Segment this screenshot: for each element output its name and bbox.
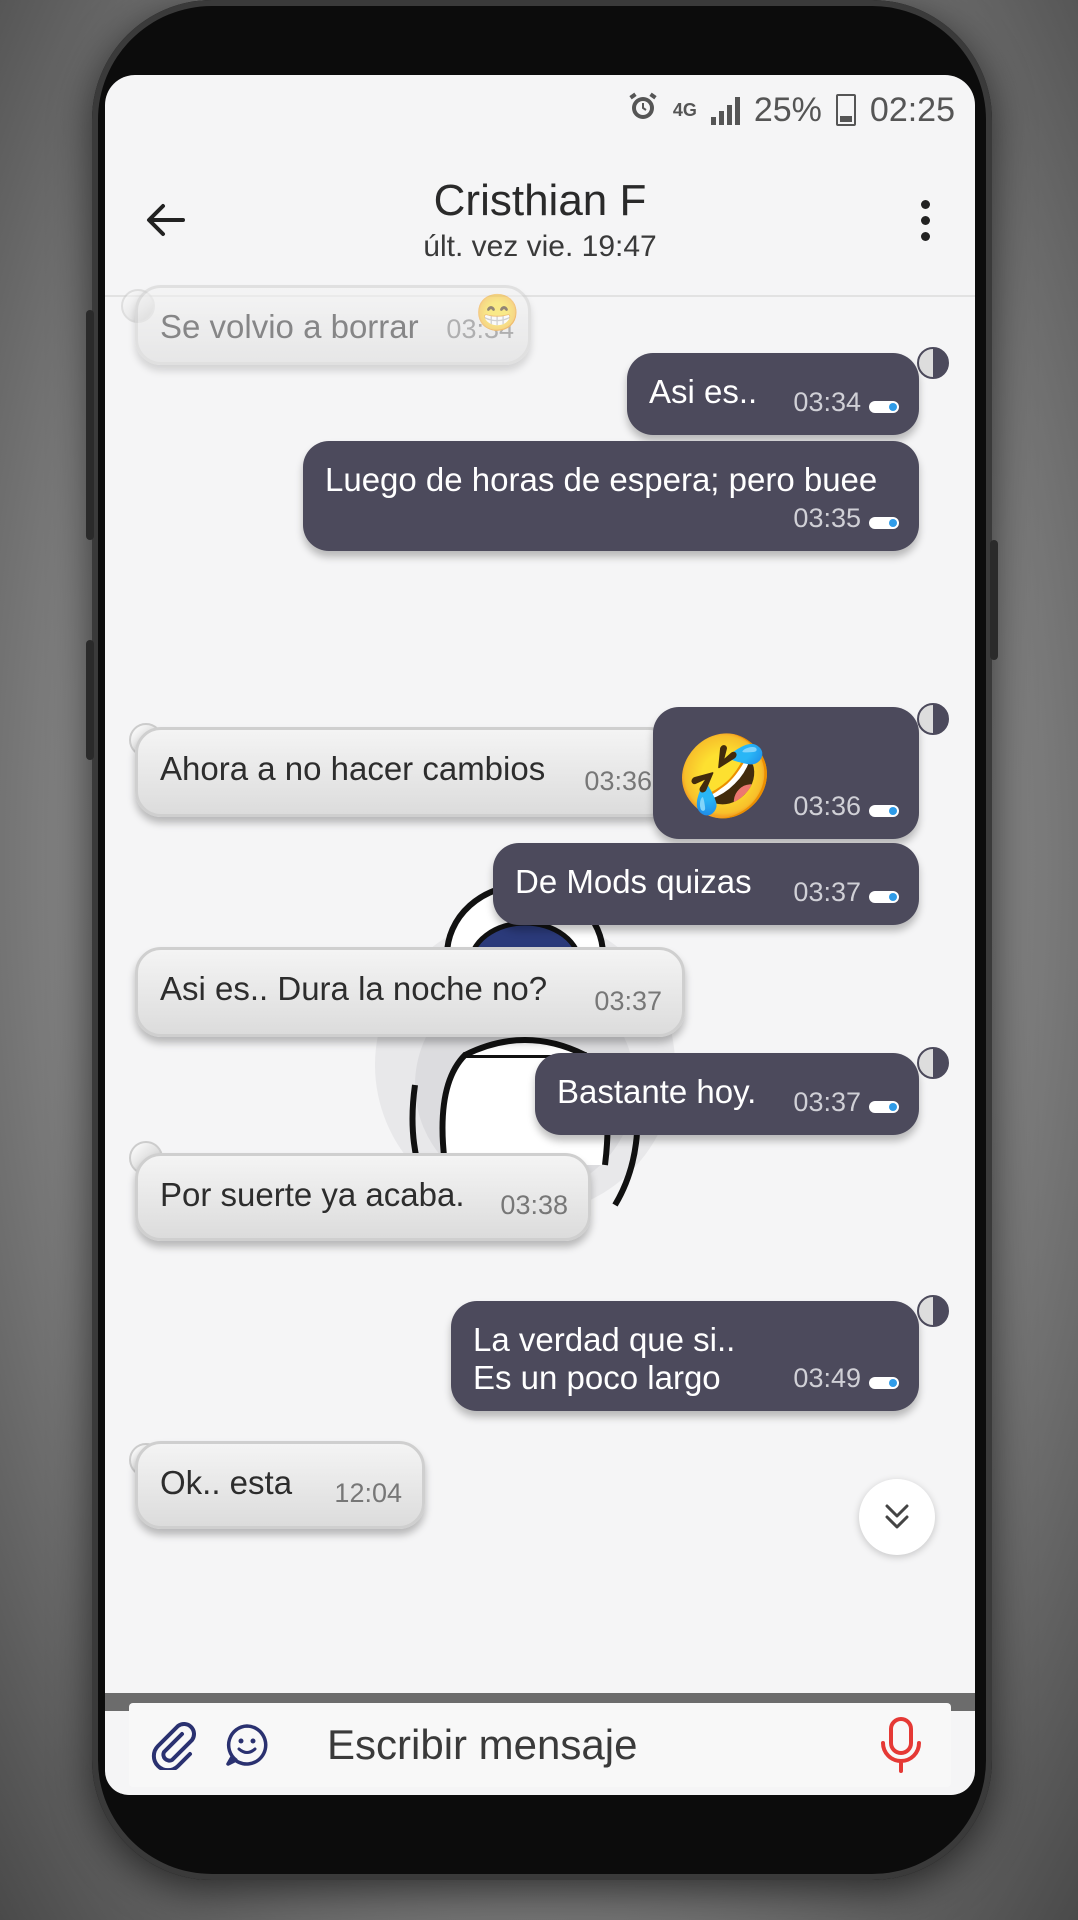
- message-composer: Escribir mensaje: [129, 1703, 951, 1787]
- emoji-icon[interactable]: [217, 1715, 277, 1775]
- message-text: Luego de horas de espera; pero buee: [325, 461, 878, 498]
- message-text: Asi es..: [649, 373, 758, 410]
- contact-name: Cristhian F: [433, 176, 647, 225]
- battery-icon: [835, 94, 856, 126]
- status-bar: 4G 25% 02:25: [105, 75, 975, 145]
- message-input[interactable]: Escribir mensaje: [327, 1721, 871, 1769]
- attach-icon[interactable]: [143, 1715, 203, 1775]
- message-time: 03:37: [594, 986, 662, 1016]
- network-type: 4G: [672, 100, 697, 120]
- message-time: 03:38: [500, 1190, 568, 1220]
- chevron-double-down-icon: [885, 1504, 909, 1529]
- read-receipt-icon: [869, 1101, 899, 1113]
- message-text: Bastante hoy.: [557, 1073, 757, 1110]
- chat-header: Cristhian F últ. vez vie. 19:47: [105, 145, 975, 297]
- outgoing-message[interactable]: Bastante hoy. 03:37: [535, 1053, 919, 1135]
- message-time: 12:04: [334, 1478, 402, 1508]
- message-list: Se volvio a borrar 03:34 😁 Asi es.. 03:3…: [105, 285, 975, 1615]
- message-text-line-1: La verdad que si..: [473, 1321, 736, 1358]
- back-arrow-icon[interactable]: [135, 190, 195, 250]
- battery-percent: 25%: [753, 90, 822, 129]
- last-seen: últ. vez vie. 19:47: [423, 230, 657, 263]
- scroll-to-bottom-button[interactable]: [859, 1479, 935, 1555]
- message-time: 03:49: [793, 1363, 861, 1393]
- message-time: 03:35: [793, 503, 861, 533]
- read-indicator: [917, 1047, 949, 1079]
- incoming-message[interactable]: Asi es.. Dura la noche no? 03:37: [135, 947, 685, 1037]
- outgoing-message[interactable]: Asi es.. 03:34: [627, 353, 919, 435]
- message-time: 03:37: [793, 877, 861, 907]
- clock: 02:25: [869, 90, 955, 129]
- outgoing-message[interactable]: 🤣 03:36: [653, 707, 919, 839]
- message-text: De Mods quizas: [515, 863, 752, 900]
- message-text: Ahora a no hacer cambios: [160, 750, 546, 787]
- power-button: [990, 540, 998, 660]
- read-receipt-icon: [869, 517, 899, 529]
- read-indicator: [917, 703, 949, 735]
- message-time: 03:37: [793, 1087, 861, 1117]
- message-text: Ok.. esta: [160, 1464, 293, 1501]
- read-receipt-icon: [869, 891, 899, 903]
- screen: 4G 25% 02:25 Cristhian F últ. vez vie. 1…: [105, 75, 975, 1795]
- message-text: Se volvio a borrar: [160, 308, 419, 345]
- message-time: 03:36: [793, 791, 861, 821]
- contact-info[interactable]: Cristhian F últ. vez vie. 19:47: [423, 176, 656, 264]
- mic-icon[interactable]: [871, 1715, 931, 1775]
- incoming-message[interactable]: Ok.. esta 12:04: [135, 1441, 425, 1529]
- read-indicator: [917, 1295, 949, 1327]
- incoming-message[interactable]: Ahora a no hacer cambios 03:36: [135, 727, 675, 817]
- more-vert-icon[interactable]: [905, 190, 945, 250]
- message-time: 03:34: [793, 387, 861, 417]
- read-indicator: [917, 347, 949, 379]
- signal-icon: [710, 95, 740, 125]
- message-text: Asi es.. Dura la noche no?: [160, 970, 548, 1007]
- incoming-message[interactable]: Por suerte ya acaba. 03:38: [135, 1153, 591, 1241]
- read-receipt-icon: [869, 401, 899, 413]
- message-text-line-2: Es un poco largo: [473, 1359, 721, 1396]
- volume-button: [86, 310, 94, 540]
- outgoing-message[interactable]: La verdad que si.. Es un poco largo 03:4…: [451, 1301, 919, 1411]
- bixby-button: [86, 640, 94, 760]
- incoming-message[interactable]: Se volvio a borrar 03:34 😁: [135, 285, 531, 365]
- message-text: Por suerte ya acaba.: [160, 1176, 465, 1213]
- grin-emoji: 😁: [475, 292, 520, 333]
- alarm-icon: [627, 90, 659, 130]
- message-time: 03:36: [584, 766, 652, 796]
- outgoing-message[interactable]: Luego de horas de espera; pero buee 03:3…: [303, 441, 919, 551]
- read-receipt-icon: [869, 805, 899, 817]
- outgoing-message[interactable]: De Mods quizas 03:37: [493, 843, 919, 925]
- rofl-emoji: 🤣: [675, 732, 775, 821]
- read-receipt-icon: [869, 1377, 899, 1389]
